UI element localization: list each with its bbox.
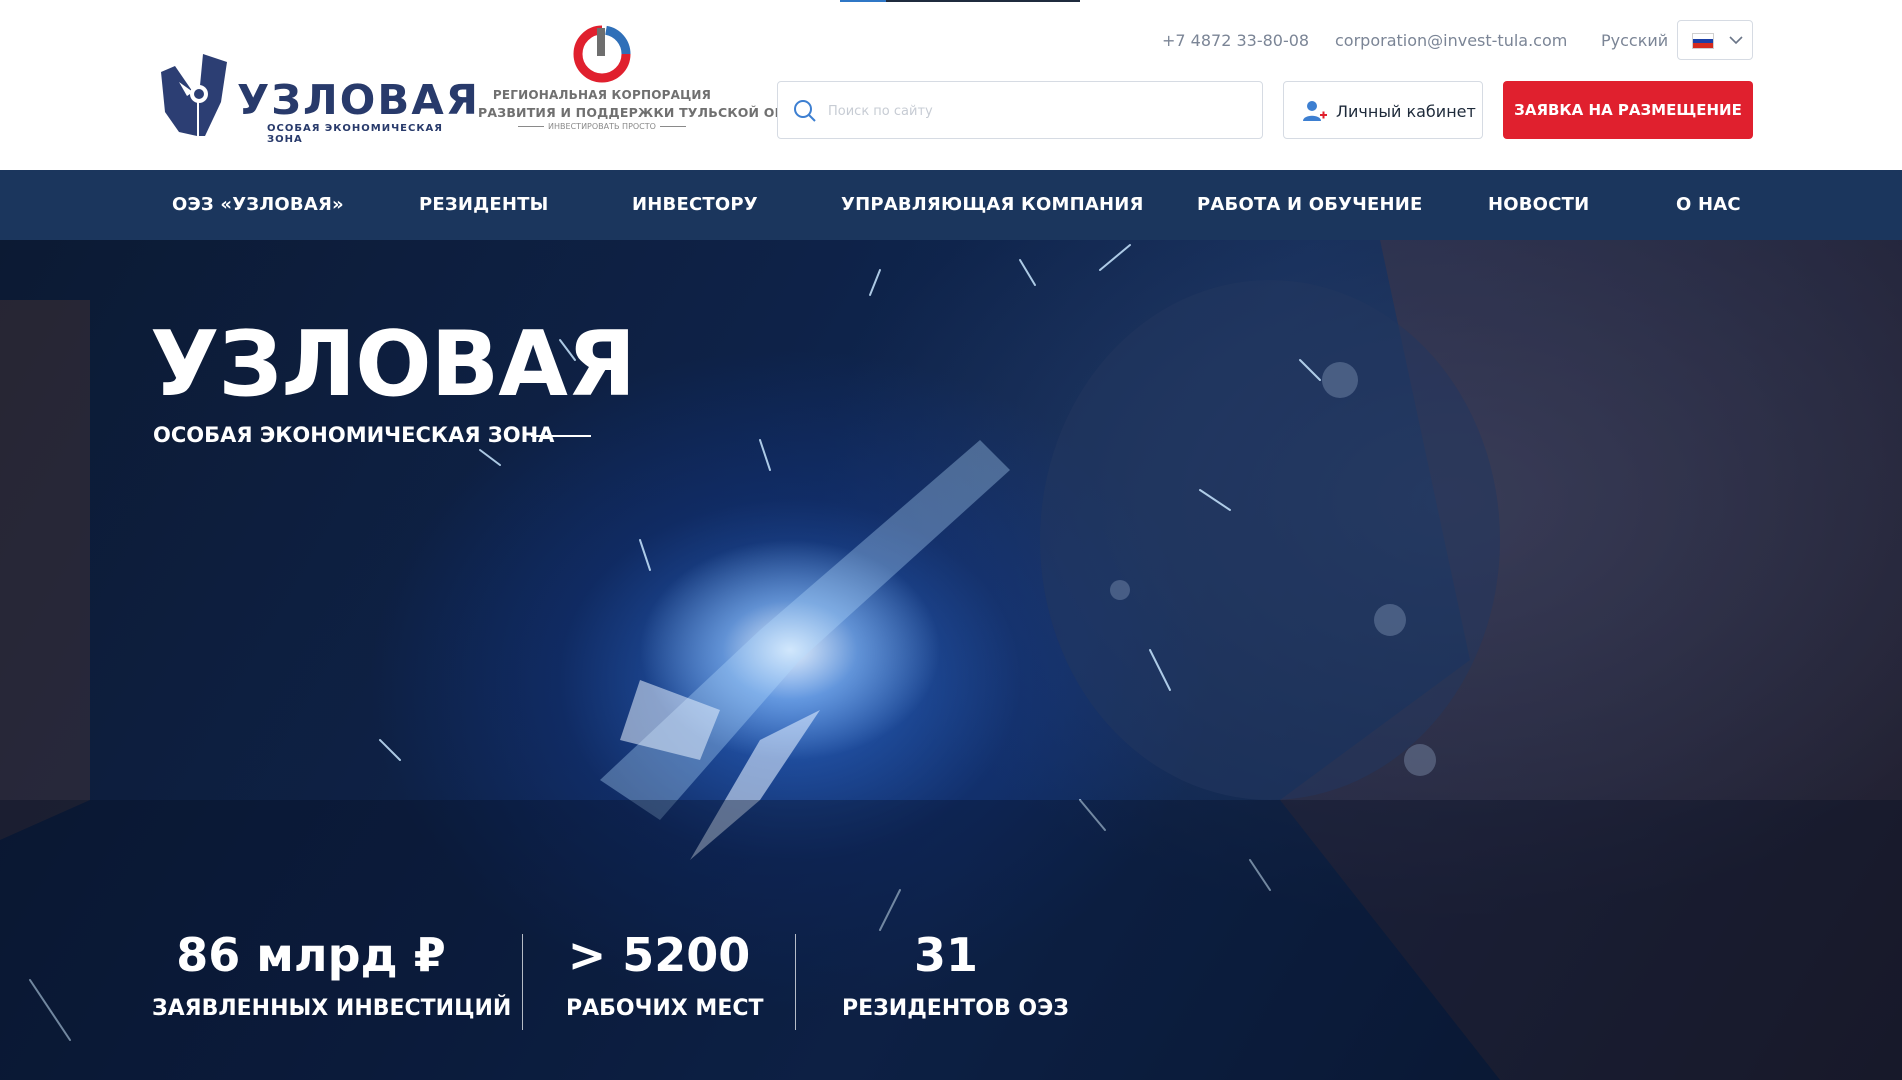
search-icon — [794, 100, 816, 122]
stat-investments-value: 86 млрд ₽ — [176, 928, 446, 982]
hero-subtitle: ОСОБАЯ ЭКОНОМИЧЕСКАЯ ЗОНА — [153, 423, 555, 447]
stat-investments: 86 млрд ₽ ЗАЯВЛЕННЫХ ИНВЕСТИЦИЙ — [152, 928, 512, 1021]
personal-account-button[interactable]: Личный кабинет — [1283, 81, 1483, 139]
nav-item-about[interactable]: О НАС — [1676, 170, 1741, 240]
language-label: Русский — [1601, 31, 1669, 50]
chevron-down-icon — [1729, 36, 1743, 45]
search-box[interactable] — [777, 81, 1263, 139]
corporation-ring-icon — [573, 25, 631, 83]
hero-banner: УЗЛОВАЯ ОСОБАЯ ЭКОНОМИЧЕСКАЯ ЗОНА 86 млр… — [0, 240, 1902, 1080]
uzlovaya-logo[interactable]: УЗЛОВАЯ ОСОБАЯ ЭКОНОМИЧЕСКАЯ ЗОНА — [157, 52, 478, 145]
stat-residents-label: РЕЗИДЕНТОВ ОЭЗ — [842, 996, 1069, 1021]
nav-item-management-company[interactable]: УПРАВЛЯЮЩАЯ КОМПАНИЯ — [841, 170, 1144, 240]
stat-divider — [795, 934, 796, 1030]
hero-title: УЗЛОВАЯ — [150, 312, 636, 417]
russian-flag-icon — [1692, 33, 1714, 49]
uzlovaya-logo-word: УЗЛОВАЯ — [237, 76, 480, 124]
corporation-slogan-text: ИНВЕСТИРОВАТЬ ПРОСТО — [548, 122, 656, 131]
site-header: УЗЛОВАЯ ОСОБАЯ ЭКОНОМИЧЕСКАЯ ЗОНА РЕГИОН… — [0, 0, 1902, 170]
language-selector[interactable] — [1677, 20, 1753, 60]
stat-investments-label: ЗАЯВЛЕННЫХ ИНВЕСТИЦИЙ — [152, 996, 512, 1021]
nav-item-investor[interactable]: ИНВЕСТОРУ — [632, 170, 758, 240]
stat-jobs-label: РАБОЧИХ МЕСТ — [566, 996, 764, 1021]
regional-corporation-logo[interactable]: РЕГИОНАЛЬНАЯ КОРПОРАЦИЯ РАЗВИТИЯ И ПОДДЕ… — [478, 22, 834, 140]
apply-placement-button[interactable]: ЗАЯВКА НА РАЗМЕЩЕНИЕ — [1503, 81, 1753, 139]
stat-residents-value: 31 — [913, 928, 978, 982]
corporation-slogan: ИНВЕСТИРОВАТЬ ПРОСТО — [478, 122, 726, 131]
corporation-name-line2: РАЗВИТИЯ И ПОДДЕРЖКИ ТУЛЬСКОЙ ОБЛАСТИ — [478, 105, 834, 120]
nav-item-news[interactable]: НОВОСТИ — [1488, 170, 1589, 240]
nav-item-oez-uzlovaya[interactable]: ОЭЗ «УЗЛОВАЯ» — [172, 170, 344, 240]
corporation-name-line1: РЕГИОНАЛЬНАЯ КОРПОРАЦИЯ — [492, 88, 712, 102]
nav-item-work-and-training[interactable]: РАБОТА И ОБУЧЕНИЕ — [1197, 170, 1423, 240]
search-input[interactable] — [828, 94, 1248, 128]
stat-jobs-value: > 5200 — [567, 928, 751, 982]
stat-divider — [522, 934, 523, 1030]
uzlovaya-logo-icon — [161, 54, 227, 136]
user-add-icon — [1303, 101, 1327, 121]
nav-item-residents[interactable]: РЕЗИДЕНТЫ — [419, 170, 548, 240]
email-link[interactable]: corporation@invest-tula.com — [1335, 31, 1567, 50]
phone-link[interactable]: +7 4872 33-80-08 — [1162, 31, 1309, 50]
main-navigation: ОЭЗ «УЗЛОВАЯ» РЕЗИДЕНТЫ ИНВЕСТОРУ УПРАВЛ… — [0, 170, 1902, 240]
uzlovaya-logo-subtitle: ОСОБАЯ ЭКОНОМИЧЕСКАЯ ЗОНА — [267, 123, 443, 145]
top-accent-bar — [840, 0, 1080, 2]
personal-account-label: Личный кабинет — [1336, 102, 1476, 121]
stat-jobs: > 5200 РАБОЧИХ МЕСТ — [566, 928, 764, 1021]
stat-residents: 31 РЕЗИДЕНТОВ ОЭЗ — [842, 928, 1069, 1021]
hero-subtitle-line — [531, 435, 591, 437]
